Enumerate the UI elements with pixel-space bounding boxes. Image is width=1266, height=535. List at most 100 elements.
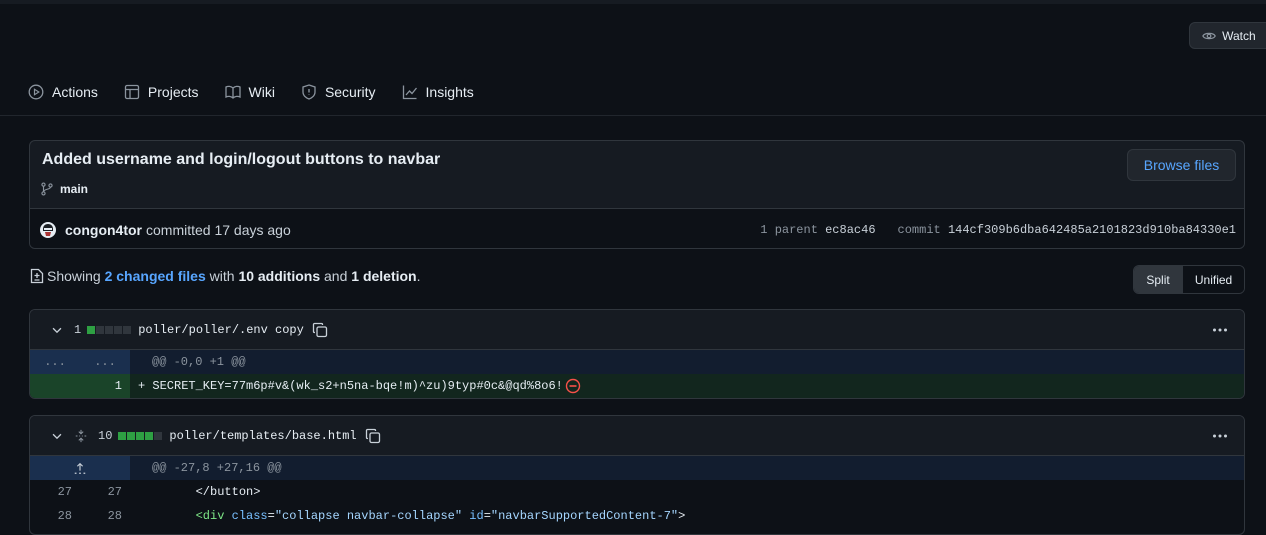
commit-author[interactable]: congon4tor: [65, 222, 142, 238]
diffstat: [87, 326, 131, 334]
table-icon: [124, 84, 140, 100]
summary-period: .: [417, 268, 421, 284]
commit-label: commit: [898, 223, 941, 237]
expand-all-icon[interactable]: [74, 429, 88, 443]
code-space: [462, 504, 469, 528]
tab-projects[interactable]: Projects: [124, 84, 199, 100]
play-circle-icon: [28, 84, 44, 100]
old-line-number[interactable]: [30, 374, 80, 398]
summary-with: with: [210, 268, 235, 284]
tab-insights[interactable]: Insights: [402, 84, 474, 100]
diffstat: [118, 432, 162, 440]
tab-insights-label: Insights: [426, 84, 474, 100]
line-indent: [138, 480, 196, 504]
code-str-class: "collapse navbar-collapse": [275, 504, 462, 528]
hunk-header: ...... @@ -0,0 +1 @@: [30, 350, 1244, 374]
hunk-text: @@ -27,8 +27,16 @@: [130, 456, 282, 480]
tab-wiki-label: Wiki: [249, 84, 275, 100]
tab-wiki[interactable]: Wiki: [225, 84, 275, 100]
code-str-id: "navbarSupportedContent-7": [491, 504, 678, 528]
watch-label: Watch: [1222, 29, 1256, 43]
top-strip: [0, 0, 1266, 4]
copy-icon[interactable]: [365, 428, 381, 444]
watch-button[interactable]: Watch: [1189, 22, 1266, 49]
hunk-dots-right: ...: [94, 355, 116, 369]
file-header: 10 poller/templates/base.html: [30, 416, 1244, 456]
eye-icon: [1202, 28, 1216, 44]
line-code-text: + SECRET_KEY=77m6p#v&(wk_s2+n5na-bqe!m)^…: [138, 374, 563, 398]
avatar[interactable]: [40, 222, 56, 238]
parent-label: 1 parent: [760, 223, 818, 237]
summary-and: and: [324, 268, 347, 284]
git-branch-icon: [40, 182, 54, 196]
changed-files-link[interactable]: 2 changed files: [105, 268, 206, 284]
shield-icon: [301, 84, 317, 100]
tab-actions-label: Actions: [52, 84, 98, 100]
code-eq: =: [484, 504, 491, 528]
commit-title: Added username and login/logout buttons …: [42, 151, 440, 169]
expand-gutter[interactable]: ......: [30, 350, 130, 374]
commit-box: Added username and login/logout buttons …: [29, 140, 1245, 249]
chevron-down-icon[interactable]: [50, 429, 64, 443]
kebab-menu-icon[interactable]: [1212, 428, 1228, 444]
expand-up-button[interactable]: [30, 456, 130, 480]
tab-projects-label: Projects: [148, 84, 199, 100]
old-line-number[interactable]: 27: [30, 480, 80, 504]
file-diff-icon: [29, 268, 45, 284]
code-tag-open: <div: [196, 504, 232, 528]
graph-icon: [402, 84, 418, 100]
summary-showing: Showing: [47, 268, 101, 284]
new-line-number[interactable]: 27: [80, 480, 130, 504]
code-eq: =: [268, 504, 275, 528]
commit-time: committed 17 days ago: [146, 222, 291, 238]
line-code: </button>: [130, 480, 260, 504]
unified-view-button[interactable]: Unified: [1182, 266, 1244, 293]
commit-meta: congon4tor committed 17 days ago 1 paren…: [30, 208, 1244, 249]
diff-line-context: 27 27 </button>: [30, 480, 1244, 504]
file-change-count: 10: [98, 429, 112, 443]
file-diff-env: 1 poller/poller/.env copy ...... @@ -0,0…: [29, 309, 1245, 399]
file-path[interactable]: poller/poller/.env copy: [138, 323, 304, 337]
line-code-text: </button>: [196, 480, 261, 504]
copy-icon[interactable]: [312, 322, 328, 338]
commit-shas: 1 parent ec8ac46 commit 144cf309b6dba642…: [760, 223, 1236, 237]
hunk-dots-left: ...: [44, 355, 66, 369]
diff-line-context: 28 28 <div class="collapse navbar-collap…: [30, 504, 1244, 528]
expand-up-icon: [73, 461, 87, 475]
commit-sha: 144cf309b6dba642485a2101823d910ba84330e1: [948, 223, 1236, 237]
browse-files-button[interactable]: Browse files: [1127, 149, 1236, 181]
nav-divider: [0, 115, 1266, 116]
hunk-header: @@ -27,8 +27,16 @@: [30, 456, 1244, 480]
code-attr-id: id: [469, 504, 483, 528]
file-diff-base-html: 10 poller/templates/base.html @@ -27,8 +…: [29, 415, 1245, 535]
tab-actions[interactable]: Actions: [28, 84, 98, 100]
line-code: + SECRET_KEY=77m6p#v&(wk_s2+n5na-bqe!m)^…: [130, 374, 581, 398]
deletions-count: 1 deletion: [351, 268, 416, 284]
code-tag-close: >: [678, 504, 685, 528]
book-icon: [225, 84, 241, 100]
no-newline-icon: [565, 378, 581, 394]
diff-summary: Showing 2 changed files with 10 addition…: [29, 268, 421, 284]
additions-count: 10 additions: [238, 268, 320, 284]
file-path[interactable]: poller/templates/base.html: [169, 429, 356, 443]
chevron-down-icon[interactable]: [50, 323, 64, 337]
kebab-menu-icon[interactable]: [1212, 322, 1228, 338]
parent-sha[interactable]: ec8ac46: [825, 223, 875, 237]
split-view-button[interactable]: Split: [1134, 266, 1182, 293]
branch-name: main: [60, 182, 88, 196]
tab-security-label: Security: [325, 84, 376, 100]
file-header: 1 poller/poller/.env copy: [30, 310, 1244, 350]
line-indent: [138, 504, 196, 528]
line-code: <div class="collapse navbar-collapse" id…: [130, 504, 685, 528]
branch-label[interactable]: main: [40, 182, 88, 196]
new-line-number[interactable]: 28: [80, 504, 130, 528]
view-toggle: Split Unified: [1133, 265, 1245, 294]
file-change-count: 1: [74, 323, 81, 337]
code-attr-class: class: [232, 504, 268, 528]
tab-security[interactable]: Security: [301, 84, 376, 100]
repo-nav: Actions Projects Wiki Security Insights: [28, 78, 474, 106]
hunk-text: @@ -0,0 +1 @@: [130, 350, 246, 374]
diff-line-added: 1 + SECRET_KEY=77m6p#v&(wk_s2+n5na-bqe!m…: [30, 374, 1244, 398]
new-line-number[interactable]: 1: [80, 374, 130, 398]
old-line-number[interactable]: 28: [30, 504, 80, 528]
